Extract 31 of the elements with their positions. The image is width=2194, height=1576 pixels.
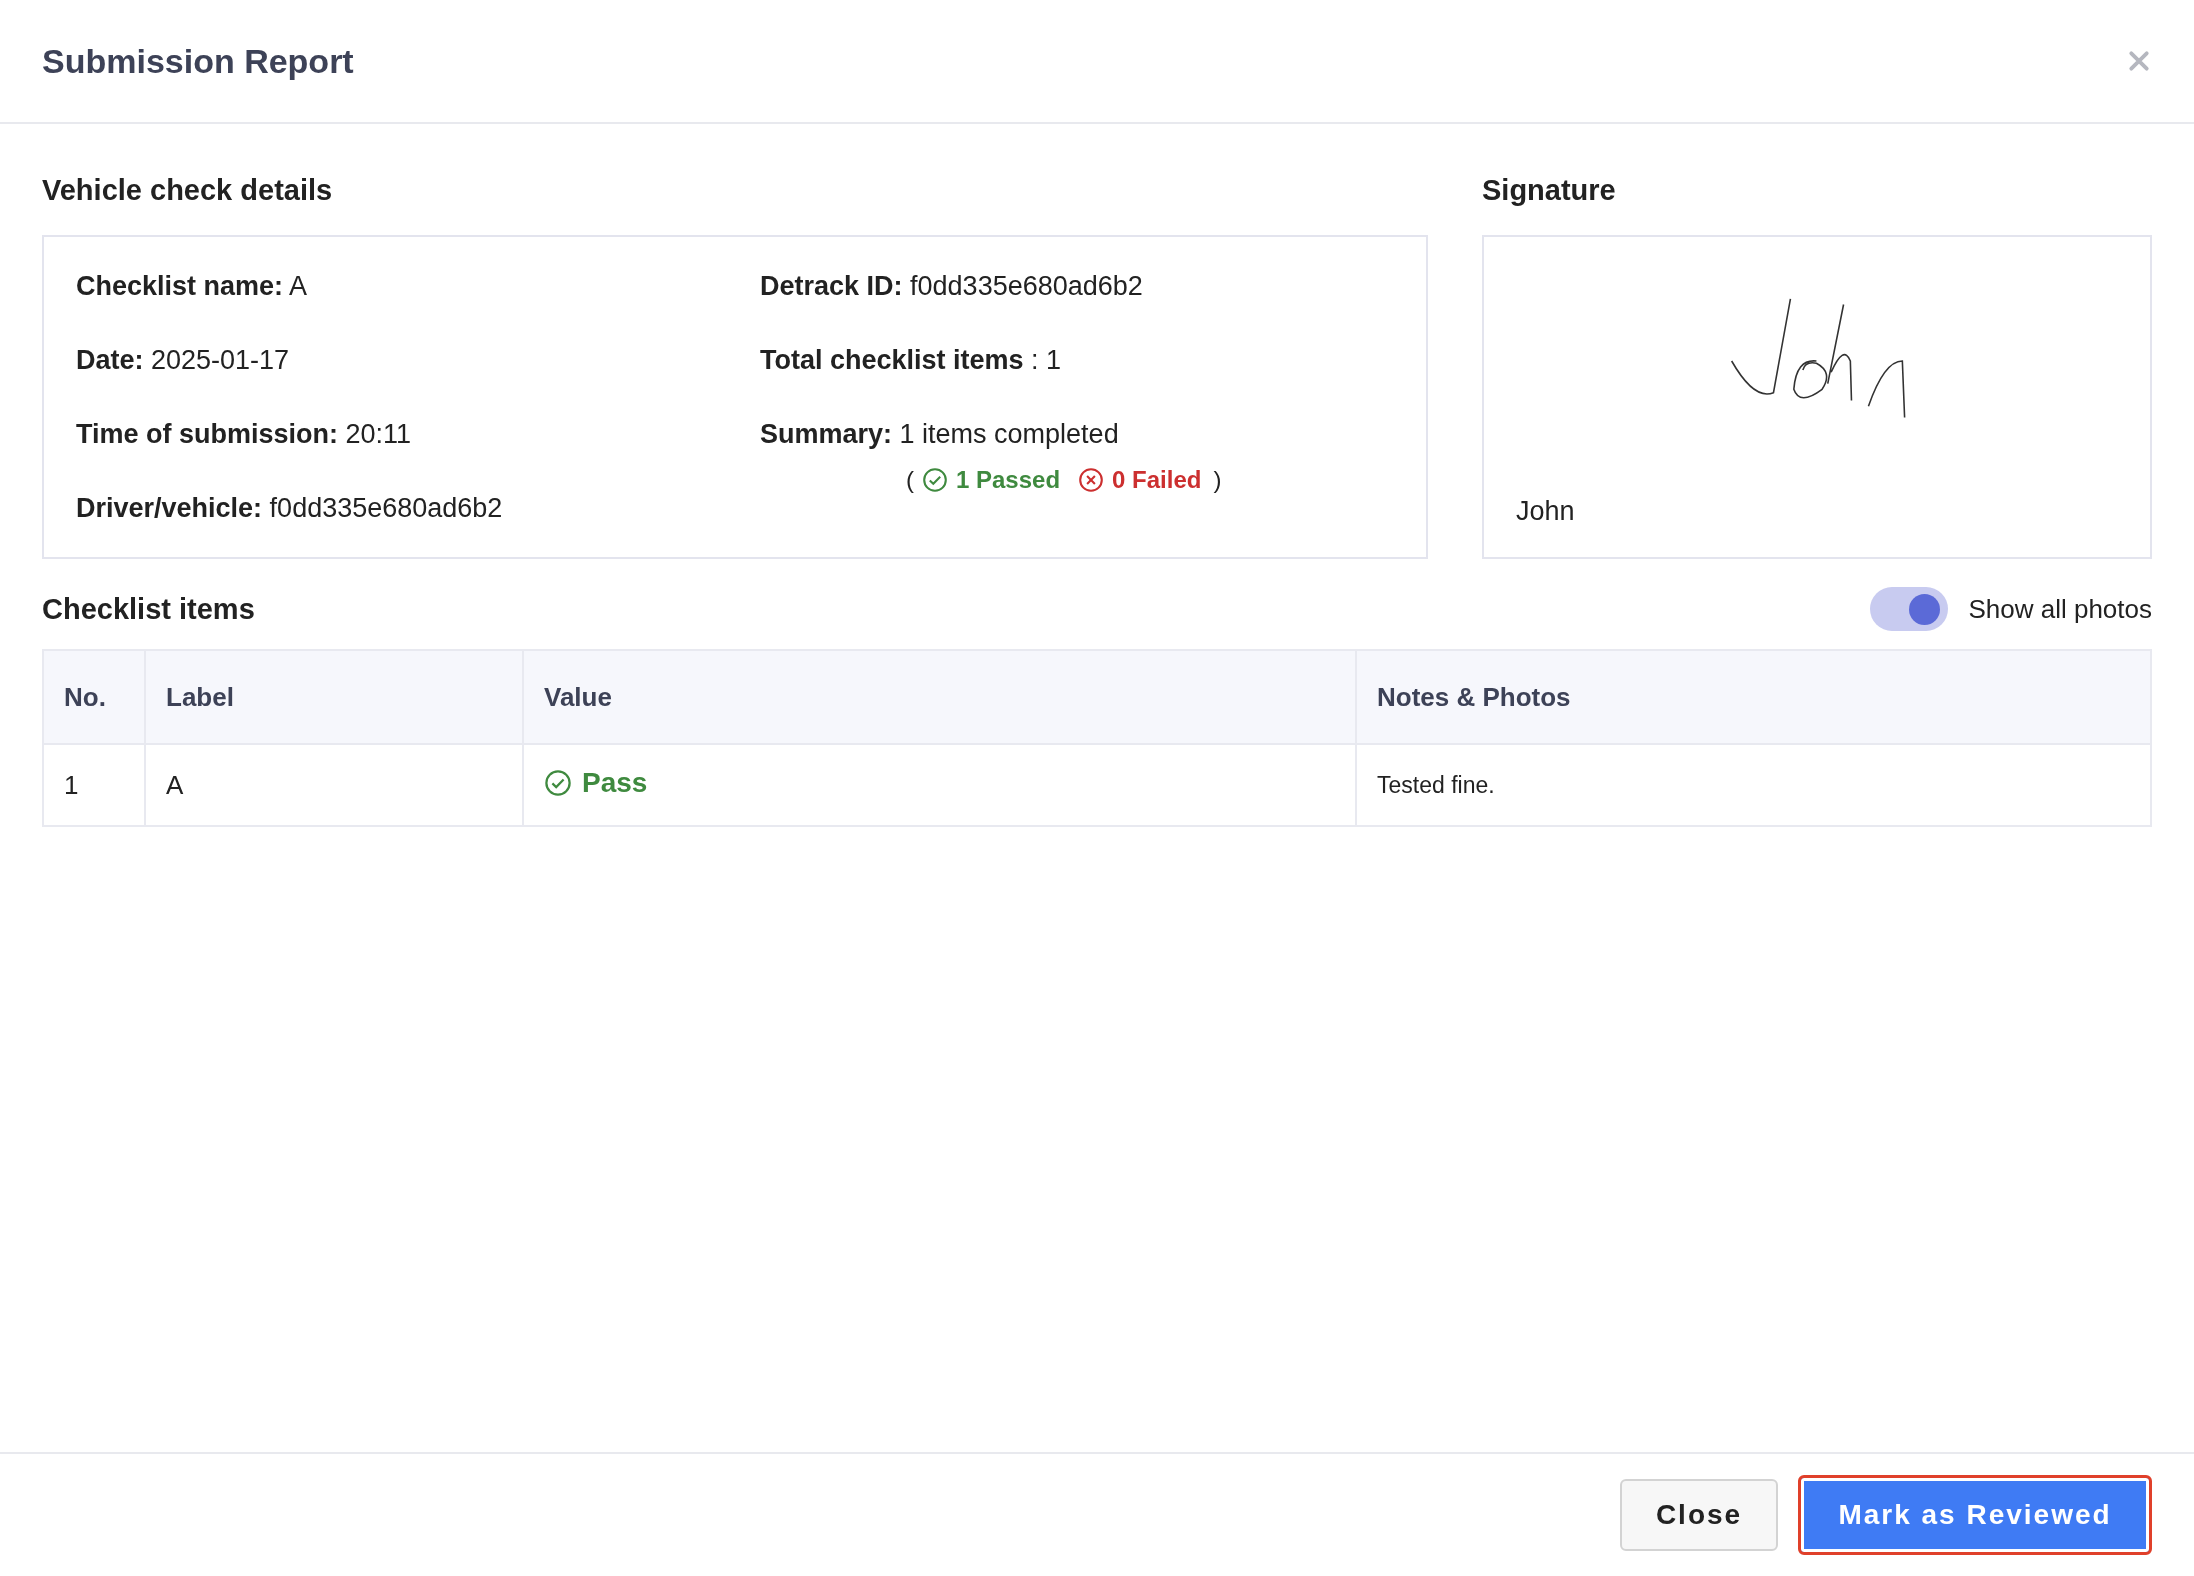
toggle-label: Show all photos — [1968, 593, 2152, 625]
column-header: No. — [43, 650, 145, 744]
dialog-title: Submission Report — [42, 41, 354, 81]
detail-field: Checklist name: A — [76, 271, 760, 302]
detail-field: Detrack ID: f0dd335e680ad6b2 — [760, 271, 1394, 302]
toggle-switch[interactable] — [1870, 587, 1949, 631]
table-cell: A — [145, 744, 523, 826]
section-heading: Vehicle check details — [42, 174, 334, 207]
review-button[interactable]: Mark as Reviewed — [1798, 1475, 2152, 1555]
detail-field: Time of submission: 20:11 — [76, 419, 760, 450]
x-circle-icon — [1078, 467, 1105, 493]
table-cell: 1 — [43, 744, 145, 826]
detail-field: Total checklist items : 1 — [760, 345, 1394, 376]
paren-text: ( — [906, 466, 914, 494]
status-text: Pass — [582, 766, 648, 799]
table-cell: Tested fine. — [1356, 744, 2151, 826]
check-circle-icon — [922, 467, 948, 493]
check-circle-icon — [544, 768, 572, 797]
passed-count: 1 Passed — [956, 466, 1061, 494]
detail-field: Date: 2025-01-17 — [76, 345, 760, 376]
column-header: Notes & Photos — [1356, 650, 2151, 744]
signer-name: John — [1516, 496, 1576, 527]
paren-text: ) — [1213, 466, 1222, 494]
detail-field: Driver/vehicle: f0dd335e680ad6b2 — [76, 493, 760, 524]
close-button[interactable]: Close — [1620, 1479, 1778, 1551]
failed-count: 0 Failed — [1112, 466, 1202, 494]
section-heading: Checklist items — [42, 592, 255, 626]
section-heading: Signature — [1482, 174, 1617, 207]
column-header: Label — [145, 650, 523, 744]
detail-field: Summary: 1 items completed — [760, 419, 1394, 450]
column-header: Value — [523, 650, 1356, 744]
